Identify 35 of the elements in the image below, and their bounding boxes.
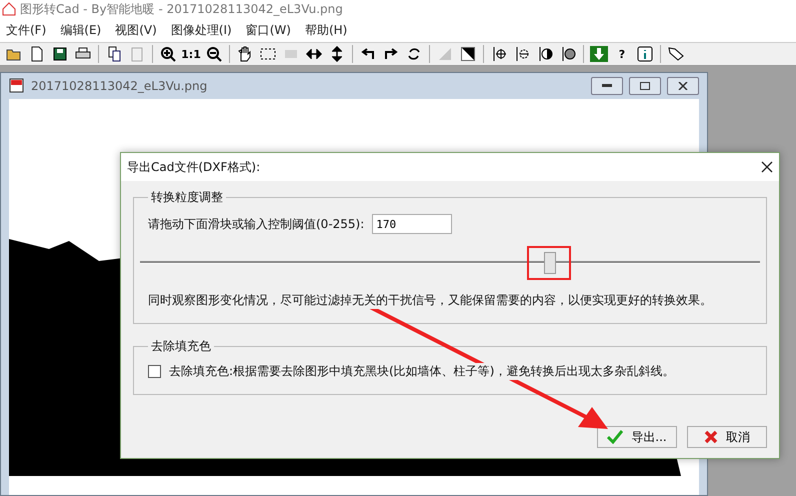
slider-thumb[interactable] bbox=[544, 252, 556, 274]
group-title: 转换粒度调整 bbox=[150, 189, 224, 206]
zoom-in-icon[interactable] bbox=[158, 45, 178, 63]
close-icon bbox=[678, 82, 688, 90]
info-icon[interactable] bbox=[635, 45, 655, 63]
window-title: 图形转Cad - By智能地暖 - 20171028113042_eL3Vu.png bbox=[20, 0, 343, 18]
dialog-title: 导出Cad文件(DXF格式): bbox=[127, 158, 262, 176]
maximize-button[interactable] bbox=[629, 77, 661, 95]
menu-item[interactable]: 图像处理(I) bbox=[170, 22, 232, 38]
menu-item[interactable]: 帮助(H) bbox=[304, 22, 348, 38]
toolbar-button[interactable]: ? bbox=[612, 48, 632, 60]
menu-item[interactable]: 编辑(E) bbox=[60, 22, 102, 38]
zoom-out-icon[interactable] bbox=[204, 45, 224, 63]
close-button[interactable] bbox=[667, 77, 699, 95]
group-title: 去除填充色 bbox=[150, 338, 212, 355]
checkbox[interactable] bbox=[148, 365, 161, 378]
menu-item[interactable]: 视图(V) bbox=[115, 22, 157, 38]
check-icon bbox=[607, 430, 624, 444]
minimize-button[interactable] bbox=[591, 77, 623, 95]
document-icon bbox=[9, 78, 25, 94]
threshold-input[interactable]: 170 bbox=[372, 214, 452, 234]
export-button[interactable]: 导出... bbox=[597, 426, 677, 448]
cancel-button[interactable]: 取消 bbox=[687, 426, 767, 448]
close-icon[interactable] bbox=[761, 161, 773, 173]
diagonal-square-icon[interactable] bbox=[458, 45, 478, 63]
tag-icon[interactable] bbox=[666, 45, 686, 63]
highlight-rectangle bbox=[527, 246, 572, 280]
menu-item[interactable]: 窗口(W) bbox=[246, 22, 291, 38]
maximize-icon bbox=[640, 82, 650, 90]
menu-item[interactable]: 文件(F) bbox=[6, 22, 46, 38]
close-icon bbox=[704, 430, 718, 444]
threshold-label: 请拖动下面滑块或输入控制阈值(0-255): bbox=[148, 216, 364, 232]
window-title: 20171028113042_eL3Vu.png bbox=[31, 79, 208, 93]
toolbar-button[interactable]: 1:1 bbox=[181, 48, 201, 60]
minimize-icon bbox=[602, 84, 612, 88]
